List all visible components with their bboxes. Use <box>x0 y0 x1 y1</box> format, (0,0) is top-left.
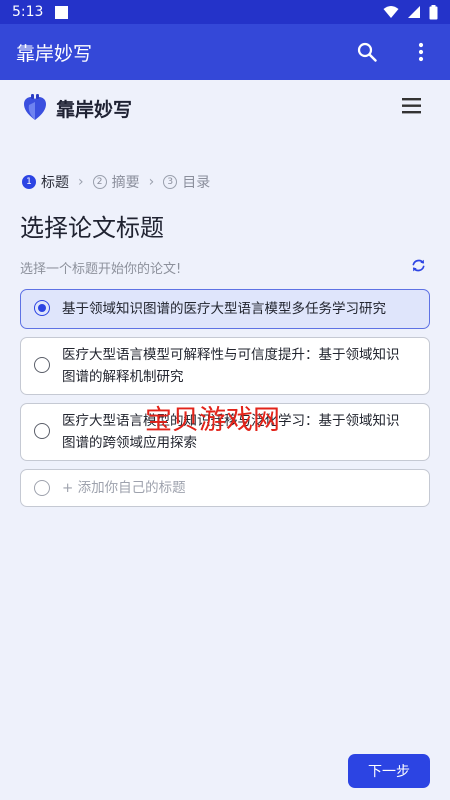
brand-header: 靠岸妙写 <box>22 92 422 124</box>
radio-button[interactable] <box>34 480 50 496</box>
step-label: 摘要 <box>111 175 140 191</box>
radio-dot <box>38 304 46 312</box>
battery-icon <box>429 4 438 19</box>
status-bar: 5:13 <box>0 0 450 24</box>
step-label: 目录 <box>182 175 211 191</box>
status-icons <box>383 4 438 20</box>
title-option-2[interactable]: 医疗大型语言模型可解释性与可信度提升：基于领域知识 图谱的解释机制研究 <box>20 337 430 395</box>
status-time: 5:13 <box>12 4 44 20</box>
heart-logo-icon <box>24 94 46 120</box>
chevron-right-icon: › <box>78 174 84 190</box>
option-line: 图谱的解释机制研究 <box>62 369 184 385</box>
option-line: 医疗大型语言模型可解释性与可信度提升：基于领域知识 <box>62 347 400 363</box>
chevron-right-icon: › <box>148 174 155 190</box>
watermark: 宝贝游戏网 <box>145 405 280 436</box>
add-custom-title[interactable]: + 添加你自己的标题 <box>20 469 430 507</box>
notification-icon <box>55 5 69 19</box>
app-bar: 靠岸妙写 <box>0 24 450 80</box>
option-text: 基于领域知识图谱的医疗大型语言模型多任务学习研究 <box>62 301 386 317</box>
step-abstract[interactable]: 2 摘要 <box>92 172 140 192</box>
step-indicator: 1 标题 › 2 摘要 › 3 目录 <box>22 172 210 192</box>
refresh-icon[interactable] <box>411 258 426 277</box>
step-number: 2 <box>92 175 107 189</box>
title-option-1[interactable]: 基于领域知识图谱的医疗大型语言模型多任务学习研究 <box>20 289 430 329</box>
hamburger-menu-icon[interactable] <box>402 97 422 119</box>
step-number: 1 <box>22 175 36 189</box>
option-text: 医疗大型语言模型可解释性与可信度提升：基于领域知识 图谱的解释机制研究 <box>62 344 414 388</box>
step-number: 3 <box>163 175 178 189</box>
radio-button[interactable] <box>34 423 50 439</box>
search-icon[interactable] <box>354 39 380 65</box>
page-subtitle: 选择一个标题开始你的论文! <box>20 262 182 277</box>
cell-signal-icon <box>408 6 420 18</box>
radio-button-selected[interactable] <box>34 300 50 316</box>
app-title: 靠岸妙写 <box>16 42 93 65</box>
wifi-icon <box>383 6 399 18</box>
next-button[interactable]: 下一步 <box>348 754 430 788</box>
radio-button[interactable] <box>34 357 50 373</box>
more-vert-icon[interactable] <box>408 39 434 65</box>
brand-name: 靠岸妙写 <box>56 98 133 121</box>
step-title[interactable]: 1 标题 <box>22 172 69 192</box>
add-custom-title-label: + 添加你自己的标题 <box>62 480 186 496</box>
page-title: 选择论文标题 <box>20 214 164 242</box>
step-outline[interactable]: 3 目录 <box>163 172 210 192</box>
step-label: 标题 <box>41 175 69 191</box>
